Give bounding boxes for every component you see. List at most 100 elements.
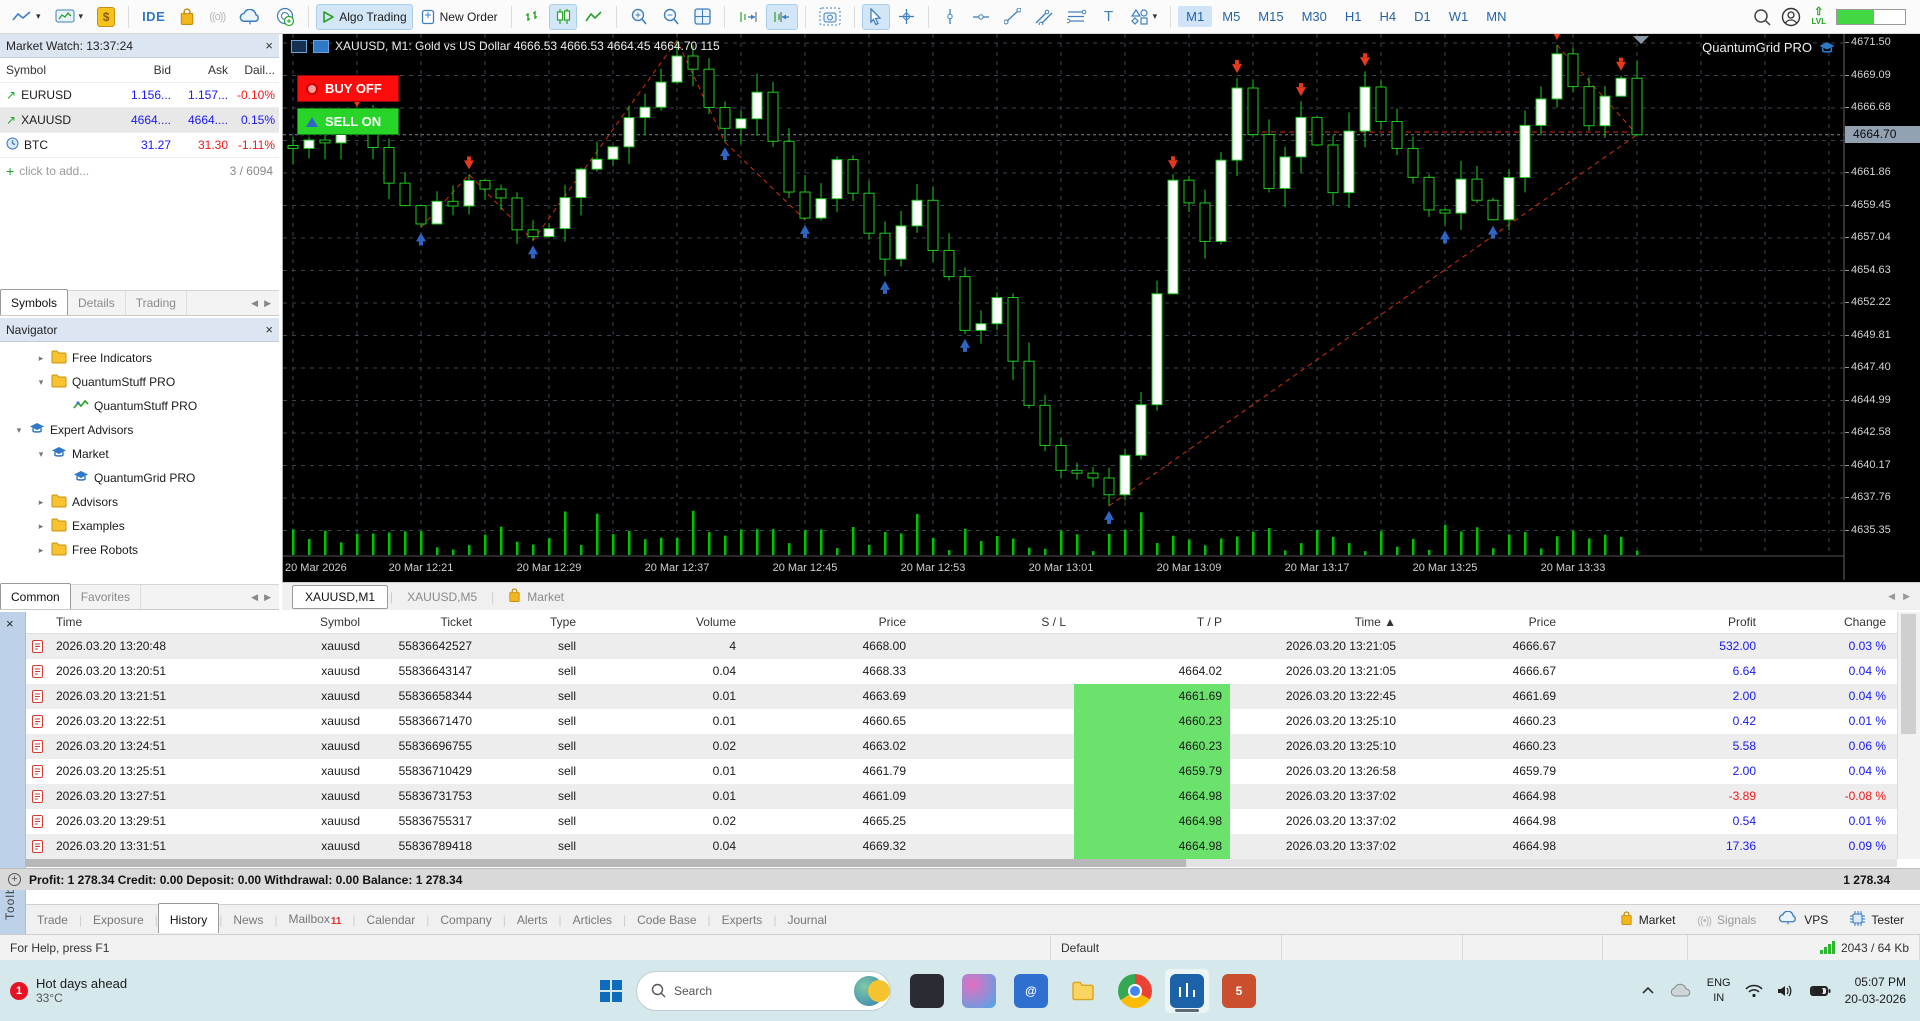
expander-icon[interactable]: ▸	[36, 521, 46, 532]
col-bid[interactable]: Bid	[118, 63, 175, 77]
history-vscrollbar[interactable]	[1897, 612, 1920, 859]
toolbox-tab-company[interactable]: Company	[429, 907, 502, 933]
tree-item-quantumstuff-pro[interactable]: ▾ QuantumStuff PRO	[0, 370, 279, 394]
market-watch-add-row[interactable]: + click to add... 3 / 6094	[0, 158, 279, 183]
toolbox-tab-mailbox[interactable]: Mailbox 11	[277, 906, 352, 933]
timeframe-m30[interactable]: M30	[1294, 6, 1335, 27]
taskbar-explorer-app[interactable]	[1061, 969, 1105, 1013]
history-col-price[interactable]: Price	[744, 615, 914, 629]
table-row[interactable]: 2026.03.20 13:27:51 xauusd 55836731753 sell…	[26, 784, 1920, 809]
chart-area[interactable]: XAUUSD, M1: Gold vs US Dollar 4666.53 46…	[282, 34, 1920, 582]
language-indicator[interactable]: ENG IN	[1707, 976, 1731, 1005]
chart-profile-button[interactable]: ▾	[49, 4, 90, 30]
tab-common[interactable]: Common	[0, 583, 71, 609]
taskbar-chrome-app[interactable]	[1113, 969, 1157, 1013]
tree-item-quantumstuff-pro[interactable]: QuantumStuff PRO	[0, 394, 279, 418]
market-watch-row-eurusd[interactable]: ↗ EURUSD 1.156... 1.157... -0.10%	[0, 83, 279, 108]
zoom-in-button[interactable]	[624, 4, 654, 30]
timeframe-m15[interactable]: M15	[1250, 6, 1291, 27]
history-col-change[interactable]: Change	[1764, 615, 1894, 629]
toolbox-tab-news[interactable]: News	[222, 907, 274, 933]
toolbox-tab-articles[interactable]: Articles	[562, 907, 623, 933]
time-axis[interactable]: 20 Mar 2026 20 Mar 12:21 20 Mar 12:29 20 Ma…	[283, 558, 1844, 580]
table-row[interactable]: 2026.03.20 13:24:51 xauusd 55836696755 sell…	[26, 734, 1920, 759]
table-row[interactable]: 2026.03.20 13:29:51 xauusd 55836755317 sell…	[26, 809, 1920, 834]
table-row[interactable]: 2026.03.20 13:20:48 xauusd 55836642527 sell…	[26, 634, 1920, 659]
toolbox-action-vps[interactable]: VPS	[1778, 910, 1828, 928]
table-row[interactable]: 2026.03.20 13:20:51 xauusd 55836643147 sell…	[26, 659, 1920, 684]
timeframe-h4[interactable]: H4	[1372, 6, 1405, 27]
buy-off-button[interactable]: BUY OFF	[297, 75, 399, 102]
search-icon[interactable]	[1753, 8, 1772, 26]
text-tool[interactable]: T	[1095, 4, 1123, 30]
taskbar-clock[interactable]: 05:07 PM 20-03-2026	[1845, 974, 1906, 1006]
ide-button[interactable]: IDE	[136, 4, 171, 30]
timeframe-d1[interactable]: D1	[1406, 6, 1439, 27]
channel-tool[interactable]	[1029, 4, 1059, 30]
table-row[interactable]: 2026.03.20 13:25:51 xauusd 55836710429 sell…	[26, 759, 1920, 784]
tree-item-quantumgrid-pro[interactable]: QuantumGrid PRO	[0, 466, 279, 490]
timeframe-mn[interactable]: MN	[1478, 6, 1514, 27]
toolbox-action-signals[interactable]: ((•)) Signals	[1697, 913, 1756, 927]
volume-icon[interactable]	[1777, 984, 1795, 998]
expander-icon[interactable]: ▾	[36, 377, 46, 388]
history-col-tp[interactable]: T / P	[1074, 615, 1230, 629]
history-col-time[interactable]: Time	[56, 615, 228, 629]
table-row[interactable]: 2026.03.20 13:22:51 xauusd 55836671470 sell…	[26, 709, 1920, 734]
history-hscrollbar[interactable]	[26, 859, 1897, 867]
market-watch-row-btc[interactable]: BTC 31.27 31.30 -1.11%	[0, 133, 279, 158]
new-order-button[interactable]: New Order	[415, 4, 504, 30]
history-col-time2[interactable]: Time ▲	[1230, 615, 1404, 629]
taskbar-mt5-app[interactable]	[1165, 968, 1209, 1013]
tab-details[interactable]: Details	[68, 291, 126, 315]
table-row[interactable]: 2026.03.20 13:21:51 xauusd 55836658344 sell…	[26, 684, 1920, 709]
wifi-icon[interactable]	[1745, 984, 1763, 998]
shapes-tool[interactable]: ▾	[1125, 4, 1164, 30]
tree-item-market[interactable]: ▾ Market	[0, 442, 279, 466]
close-icon[interactable]: ×	[6, 616, 14, 631]
status-profile[interactable]: Default	[1051, 935, 1282, 960]
cursor-tool-button[interactable]	[861, 3, 890, 30]
history-col-type[interactable]: Type	[480, 615, 584, 629]
tab-scroll-arrows[interactable]: ◀ ▶	[251, 298, 279, 315]
expander-icon[interactable]: ▸	[36, 497, 46, 508]
horizontal-line-tool[interactable]	[966, 4, 996, 30]
tile-windows-button[interactable]	[688, 4, 717, 30]
expander-icon[interactable]: ▾	[14, 425, 24, 436]
tree-item-free-indicators[interactable]: ▸ Free Indicators	[0, 346, 279, 370]
toolbox-tab-experts[interactable]: Experts	[711, 907, 774, 933]
expander-icon[interactable]: ▸	[36, 545, 46, 556]
close-icon[interactable]: ×	[265, 38, 273, 53]
col-daily[interactable]: Dail...	[232, 63, 279, 77]
onedrive-cloud-icon[interactable]	[1669, 983, 1693, 998]
zoom-out-button[interactable]	[656, 4, 686, 30]
chart-tab-market[interactable]: Market	[496, 584, 576, 609]
timeframe-w1[interactable]: W1	[1441, 6, 1477, 27]
market-button[interactable]	[173, 4, 201, 30]
taskbar-weather-widget[interactable]: 1 Hot days ahead 33°C	[0, 976, 240, 1005]
price-axis[interactable]: 4671.504669.094666.684664.274661.864659.…	[1845, 34, 1920, 580]
fibonacci-tool[interactable]	[1061, 4, 1093, 30]
market-watch-row-xauusd[interactable]: ↗ XAUUSD 4664.... 4664.... 0.15%	[0, 108, 279, 133]
col-symbol[interactable]: Symbol	[0, 63, 118, 77]
toolbox-action-market[interactable]: Market	[1620, 911, 1675, 928]
chart-tab-xauusd-m5[interactable]: XAUUSD,M5	[395, 586, 489, 608]
signals-button[interactable]: ((o))	[203, 4, 231, 30]
tree-item-free-robots[interactable]: ▸ Free Robots	[0, 538, 279, 562]
windows-start-button[interactable]	[600, 979, 622, 1002]
candles-mode-button[interactable]	[548, 3, 577, 30]
close-icon[interactable]: ×	[265, 322, 273, 337]
history-col-sl[interactable]: S / L	[914, 615, 1074, 629]
chevron-up-icon[interactable]	[1641, 986, 1655, 995]
sell-on-button[interactable]: SELL ON	[297, 108, 399, 135]
taskbar-copilot-app[interactable]	[957, 969, 1001, 1013]
timeframe-m1[interactable]: M1	[1178, 6, 1213, 27]
col-ask[interactable]: Ask	[175, 63, 232, 77]
tab-symbols[interactable]: Symbols	[0, 289, 69, 315]
tree-item-advisors[interactable]: ▸ Advisors	[0, 490, 279, 514]
bar-chart-mode-button[interactable]	[519, 4, 547, 30]
battery-icon[interactable]	[1809, 985, 1831, 997]
toolbox-tab-trade[interactable]: Trade	[26, 907, 79, 933]
history-col-profit[interactable]: Profit	[1564, 615, 1764, 629]
history-col-ticket[interactable]: Ticket	[368, 615, 480, 629]
